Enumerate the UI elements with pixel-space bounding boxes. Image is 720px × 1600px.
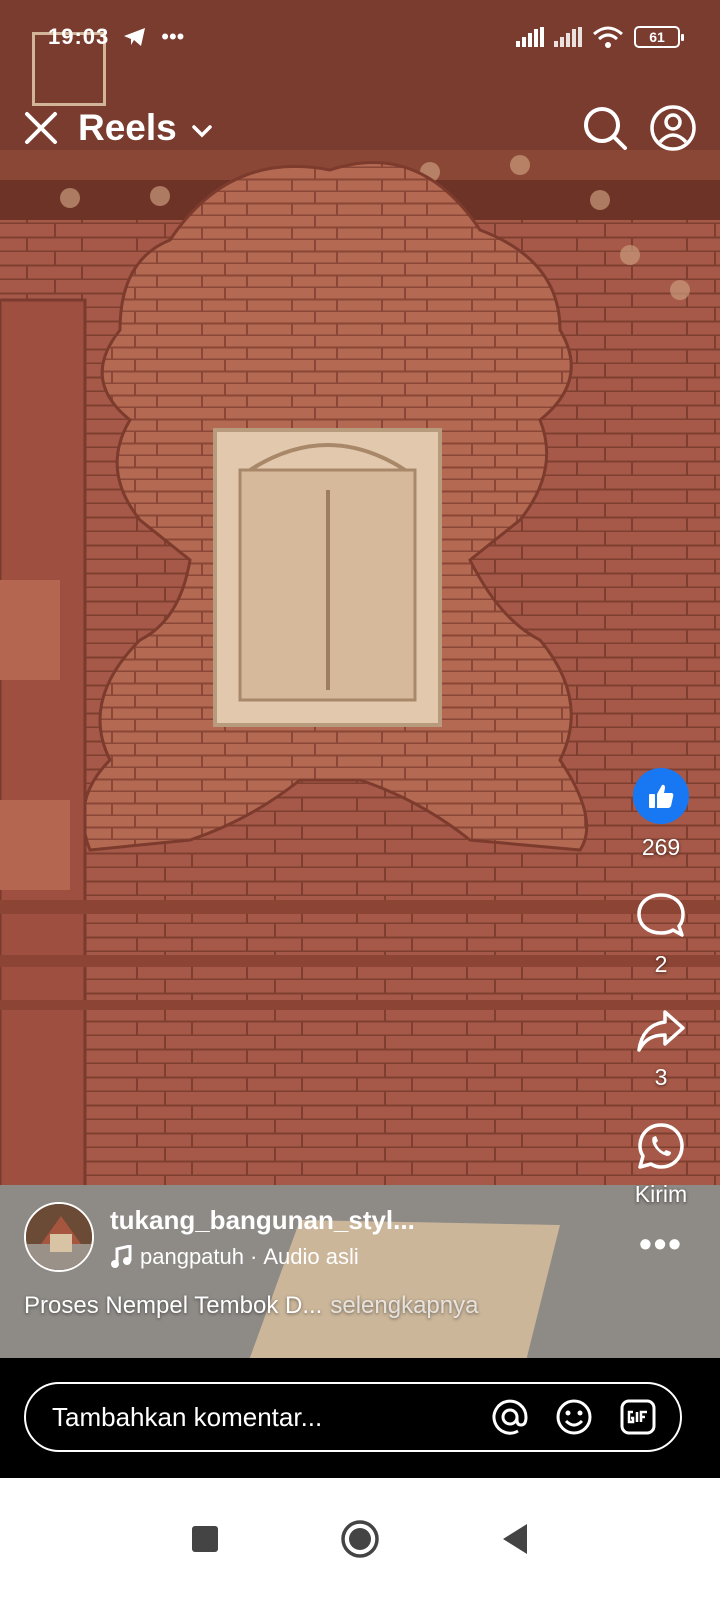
emoji-button[interactable] — [554, 1397, 594, 1437]
reels-header: Reels — [22, 100, 698, 156]
see-more-link[interactable]: selengkapnya — [330, 1292, 478, 1319]
status-bar: 19:03 ••• 61 — [48, 22, 684, 52]
search-button[interactable] — [580, 103, 630, 153]
more-options-button[interactable]: ••• — [639, 1226, 683, 1262]
emoji-icon — [556, 1399, 592, 1435]
brick-wall-scene — [0, 0, 720, 1385]
share-icon — [637, 1010, 685, 1052]
comment-icon — [637, 893, 685, 937]
action-rail: 269 2 3 Kirim ••• — [616, 768, 706, 1262]
back-button[interactable] — [500, 1522, 530, 1556]
caption-text: Proses Nempel Tembok D... — [24, 1292, 323, 1319]
music-note-icon — [111, 1244, 132, 1268]
status-time: 19:03 — [48, 24, 110, 49]
share-count: 3 — [654, 1064, 668, 1090]
like-action[interactable]: 269 — [633, 768, 689, 861]
search-icon — [584, 107, 627, 150]
audio-label: Audio asli — [263, 1243, 359, 1269]
whatsapp-icon — [638, 1123, 684, 1169]
username[interactable]: tukang_bangunan_styl... — [110, 1205, 415, 1236]
share-action[interactable]: 3 — [635, 1008, 687, 1091]
home-button[interactable] — [340, 1519, 380, 1559]
recents-button[interactable] — [190, 1524, 220, 1554]
post-caption[interactable]: Proses Nempel Tembok D... selengkapnya — [24, 1292, 478, 1320]
comment-input[interactable]: Tambahkan komentar... — [24, 1382, 682, 1452]
chevron-down-icon[interactable] — [191, 124, 213, 138]
profile-button[interactable] — [648, 103, 698, 153]
like-button[interactable] — [633, 768, 689, 824]
mention-button[interactable] — [490, 1397, 530, 1437]
send-whatsapp-action[interactable]: Kirim — [635, 1121, 687, 1208]
send-label: Kirim — [634, 1181, 688, 1207]
gif-icon — [620, 1399, 656, 1435]
wifi-icon — [593, 26, 623, 48]
comment-bar: Tambahkan komentar... — [0, 1358, 720, 1478]
battery-level: 61 — [649, 29, 665, 45]
at-sign-icon — [492, 1399, 528, 1435]
comment-action[interactable]: 2 — [635, 891, 687, 978]
telegram-icon — [124, 28, 146, 46]
comment-count: 2 — [654, 951, 668, 977]
comment-placeholder: Tambahkan komentar... — [52, 1401, 323, 1432]
more-notifications-icon: ••• — [161, 24, 185, 49]
like-count: 269 — [641, 834, 681, 860]
avatar-image — [26, 1204, 92, 1270]
thumbs-up-icon — [649, 784, 674, 808]
close-icon — [25, 112, 57, 144]
reel-video[interactable] — [0, 0, 720, 1385]
post-author[interactable]: tukang_bangunan_styl... pangpatuh · Audi… — [24, 1202, 610, 1272]
audio-info[interactable]: pangpatuh · Audio asli — [110, 1244, 415, 1270]
page-title[interactable]: Reels — [78, 107, 177, 149]
battery-icon: 61 — [634, 26, 684, 48]
signal-2-icon — [554, 27, 582, 47]
signal-icon — [516, 27, 544, 47]
gif-button[interactable] — [618, 1397, 658, 1437]
avatar[interactable] — [24, 1202, 94, 1272]
audio-author: pangpatuh — [140, 1243, 244, 1269]
profile-icon — [650, 105, 696, 151]
audio-separator: · — [250, 1243, 258, 1269]
close-button[interactable] — [22, 109, 60, 147]
system-navigation-bar — [0, 1478, 720, 1600]
